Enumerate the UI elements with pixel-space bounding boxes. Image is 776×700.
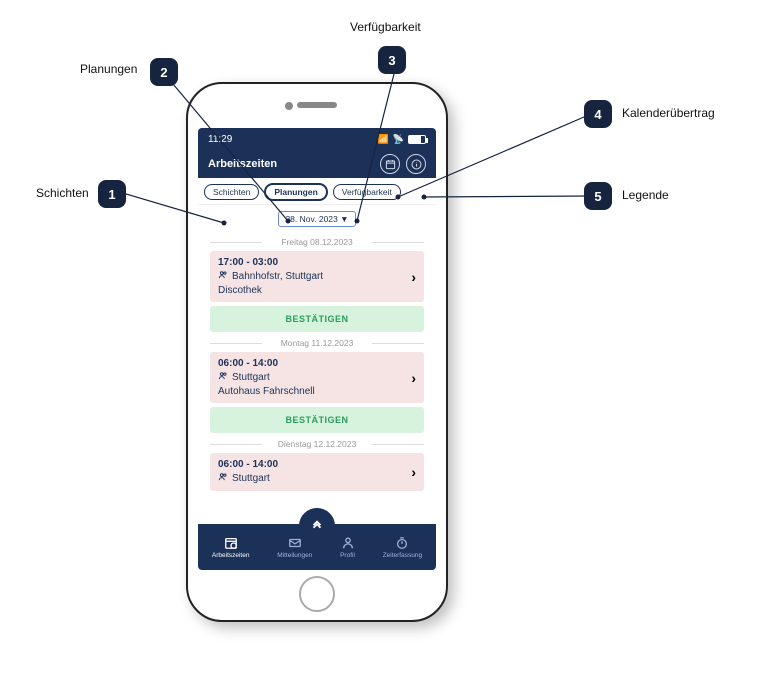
shift-list[interactable]: Freitag 08.12.2023 17:00 - 03:00 Bahnhof… (198, 231, 436, 524)
signal-icon (378, 134, 389, 145)
fab-button[interactable] (299, 508, 335, 544)
shift-location: Bahnhofstr, Stuttgart (218, 270, 416, 283)
status-time: 11:29 (208, 134, 232, 145)
shift-location: Stuttgart (218, 472, 416, 485)
callout-label-2: Planungen (80, 62, 137, 76)
tab-arbeitszeiten[interactable]: Arbeitszeiten (212, 536, 250, 559)
day-header: Dienstag 12.12.2023 (198, 439, 436, 449)
callout-bubble-3: 3 (378, 46, 406, 74)
shift-time: 17:00 - 03:00 (218, 257, 416, 268)
phone-frame: 11:29 Arbeitszeiten Schichten Planung (186, 82, 448, 622)
tab-profil[interactable]: Profil (340, 536, 355, 559)
callout-label-5: Legende (622, 188, 669, 202)
volume-button (186, 229, 187, 253)
calendar-transfer-button[interactable] (380, 154, 400, 174)
callout-bubble-4: 4 (584, 100, 612, 128)
status-icons (378, 134, 426, 145)
person-icon (218, 371, 228, 384)
battery-icon (408, 135, 426, 144)
tab-zeiterfassung[interactable]: Zeiterfassung (383, 536, 422, 559)
shift-location: Stuttgart (218, 371, 416, 384)
tab-row: Schichten Planungen Verfügbarkeit (198, 178, 436, 205)
shift-time: 06:00 - 14:00 (218, 459, 416, 470)
confirm-button[interactable]: BESTÄTIGEN (210, 407, 424, 433)
tab-schichten[interactable]: Schichten (204, 184, 259, 200)
tab-planungen[interactable]: Planungen (265, 184, 326, 200)
callout-bubble-2: 2 (150, 58, 178, 86)
shift-place: Autohaus Fahrschnell (218, 386, 416, 397)
info-icon (411, 159, 422, 170)
mail-icon (288, 536, 302, 550)
shift-card[interactable]: 06:00 - 14:00 Stuttgart › (210, 453, 424, 491)
stopwatch-icon (395, 536, 409, 550)
callout-bubble-1: 1 (98, 180, 126, 208)
page-title: Arbeitszeiten (208, 158, 277, 170)
shift-place: Discothek (218, 285, 416, 296)
day-header: Montag 11.12.2023 (198, 338, 436, 348)
shift-card[interactable]: 17:00 - 03:00 Bahnhofstr, Stuttgart Disc… (210, 251, 424, 302)
shift-card[interactable]: 06:00 - 14:00 Stuttgart Autohaus Fahrsch… (210, 352, 424, 403)
status-bar: 11:29 (198, 128, 436, 150)
power-button (447, 204, 448, 240)
app-bar: Arbeitszeiten (198, 150, 436, 178)
volume-button (186, 259, 187, 283)
date-picker-row: 28. Nov. 2023 ▼ (198, 205, 436, 231)
home-button[interactable] (299, 576, 335, 612)
chevron-right-icon: › (411, 269, 416, 285)
calendar-icon (385, 159, 396, 170)
volume-button (186, 194, 187, 218)
date-picker[interactable]: 28. Nov. 2023 ▼ (278, 211, 355, 227)
wifi-icon (393, 134, 404, 145)
screen: 11:29 Arbeitszeiten Schichten Planung (198, 128, 436, 570)
tab-verfuegbarkeit[interactable]: Verfügbarkeit (333, 184, 401, 200)
chevron-up-icon (310, 519, 324, 533)
day-header: Freitag 08.12.2023 (198, 237, 436, 247)
chevron-right-icon: › (411, 464, 416, 480)
callout-label-4: Kalenderübertrag (622, 106, 715, 120)
legend-button[interactable] (406, 154, 426, 174)
person-icon (341, 536, 355, 550)
chevron-right-icon: › (411, 370, 416, 386)
confirm-button[interactable]: BESTÄTIGEN (210, 306, 424, 332)
shift-time: 06:00 - 14:00 (218, 358, 416, 369)
clock-icon (224, 536, 238, 550)
bottom-tab-bar: Arbeitszeiten Mitteilungen Profil Zeiter… (198, 524, 436, 570)
person-icon (218, 472, 228, 485)
callout-label-3: Verfügbarkeit (350, 20, 421, 34)
person-icon (218, 270, 228, 283)
callout-label-1: Schichten (36, 186, 89, 200)
callout-bubble-5: 5 (584, 182, 612, 210)
